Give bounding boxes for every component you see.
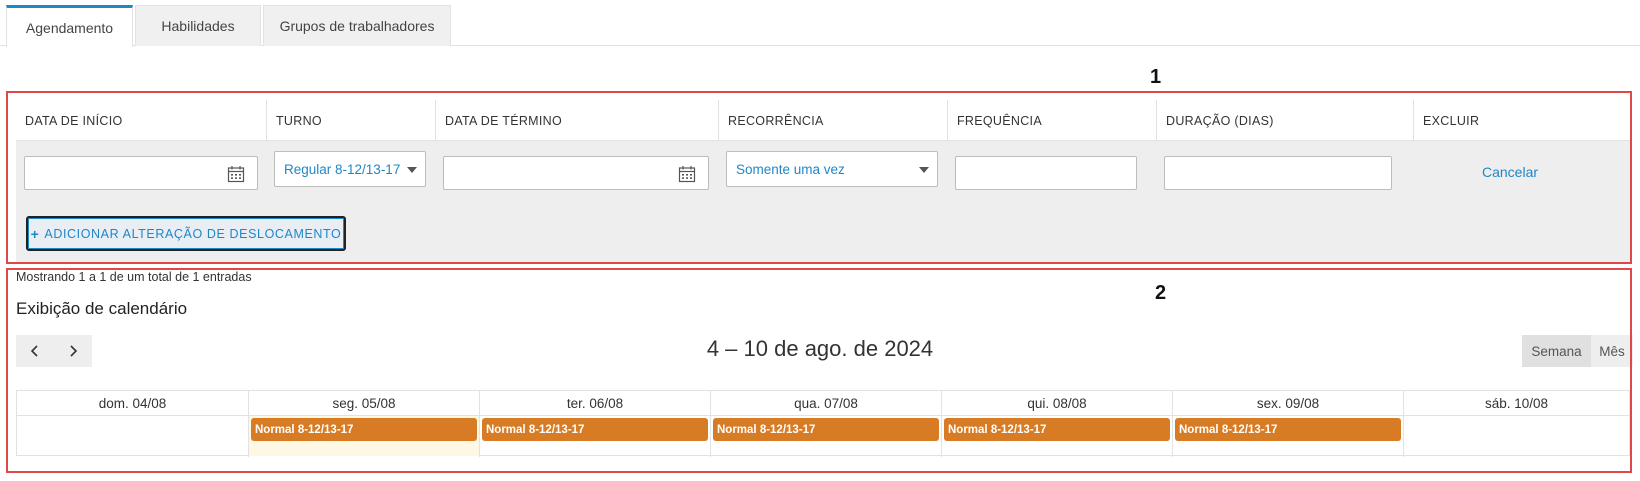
annotation-number-1: 1 (1150, 66, 1162, 88)
tab-grupos-de-trabalhadores[interactable]: Grupos de trabalhadores (263, 5, 451, 46)
tab-habilidades[interactable]: Habilidades (135, 5, 261, 46)
tab-bar: Agendamento Habilidades Grupos de trabal… (0, 0, 1640, 47)
annotation-box-1 (6, 91, 1632, 264)
tab-agendamento[interactable]: Agendamento (6, 5, 133, 47)
annotation-number-2: 2 (1155, 282, 1167, 304)
annotation-box-2 (6, 268, 1632, 473)
